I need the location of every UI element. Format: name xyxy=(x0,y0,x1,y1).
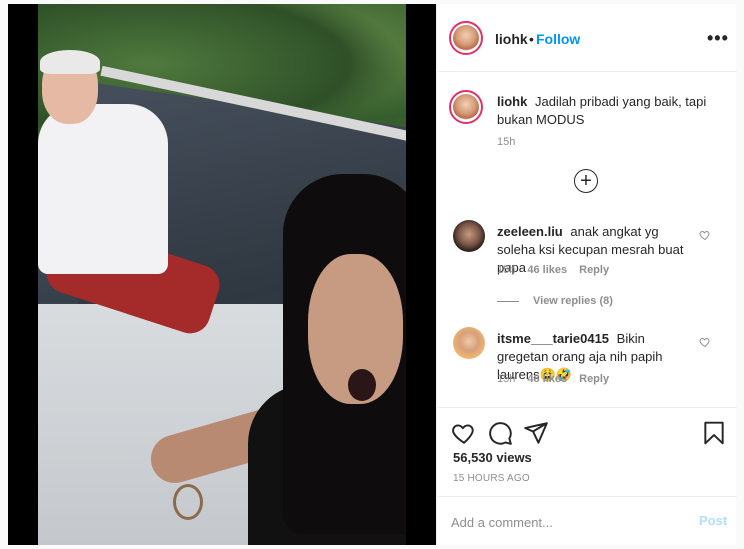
more-horizontal-icon[interactable]: ••• xyxy=(707,28,729,49)
share-icon[interactable] xyxy=(523,420,549,446)
video-scene-bracelet xyxy=(173,484,203,520)
comment-meta: 15h 48 likes Reply xyxy=(497,373,609,385)
video-scene-woman-mouth xyxy=(348,369,376,401)
comment-avatar[interactable] xyxy=(453,220,485,252)
view-replies-line xyxy=(497,300,519,302)
view-replies-button[interactable]: View replies (8) xyxy=(497,295,613,307)
comment-input[interactable] xyxy=(451,511,681,533)
video-player[interactable] xyxy=(8,4,436,545)
comment-username[interactable]: itsme___tarie0415 xyxy=(497,331,609,346)
reply-button[interactable]: Reply xyxy=(579,373,609,385)
post-timestamp[interactable]: 15 HOURS AGO xyxy=(453,473,530,484)
caption-avatar[interactable] xyxy=(449,90,483,124)
post-side-panel: liohk • Follow ••• liohk Jadilah pribadi… xyxy=(436,4,737,545)
caption-username[interactable]: liohk xyxy=(497,94,527,109)
comment-username[interactable]: zeeleen.liu xyxy=(497,224,563,239)
post-actions-bar xyxy=(437,407,737,455)
author-avatar-image xyxy=(453,25,479,51)
comment-avatar[interactable] xyxy=(453,327,485,359)
comment-heart-icon[interactable] xyxy=(699,229,711,241)
heart-icon[interactable] xyxy=(451,420,477,446)
comment-likes[interactable]: 46 likes xyxy=(527,264,567,276)
bookmark-icon[interactable] xyxy=(701,420,727,446)
add-comment-bar: Post xyxy=(437,496,737,545)
reply-button[interactable]: Reply xyxy=(579,264,609,276)
view-replies-label: View replies (8) xyxy=(533,295,613,307)
caption-text: Jadilah pribadi yang baik, tapi bukan MO… xyxy=(497,94,707,127)
plus-circle-icon[interactable]: + xyxy=(574,169,598,193)
author-username[interactable]: liohk xyxy=(495,31,528,47)
follow-button[interactable]: Follow xyxy=(536,31,580,47)
comment-time[interactable]: 15h xyxy=(497,373,515,385)
load-more-label: + xyxy=(580,170,592,192)
view-count[interactable]: 56,530 views xyxy=(453,450,532,465)
video-scene-man-hair xyxy=(40,50,100,74)
comment-meta: 15h 46 likes Reply xyxy=(497,264,609,276)
caption-avatar-image xyxy=(453,94,479,120)
comment-icon[interactable] xyxy=(487,420,513,446)
video-frame[interactable] xyxy=(38,4,406,545)
header-separator: • xyxy=(529,31,534,47)
post-caption: liohk Jadilah pribadi yang baik, tapi bu… xyxy=(497,93,717,129)
comment-heart-icon[interactable] xyxy=(699,336,711,348)
comment-time[interactable]: 15h xyxy=(497,264,515,276)
instagram-post-modal: liohk • Follow ••• liohk Jadilah pribadi… xyxy=(0,0,744,549)
caption-timestamp[interactable]: 15h xyxy=(497,136,515,148)
post-header: liohk • Follow ••• xyxy=(437,4,737,72)
author-avatar[interactable] xyxy=(449,21,483,55)
post-comment-button[interactable]: Post xyxy=(699,513,727,528)
video-scene-man-shirt xyxy=(38,104,168,274)
comment-likes[interactable]: 48 likes xyxy=(527,373,567,385)
